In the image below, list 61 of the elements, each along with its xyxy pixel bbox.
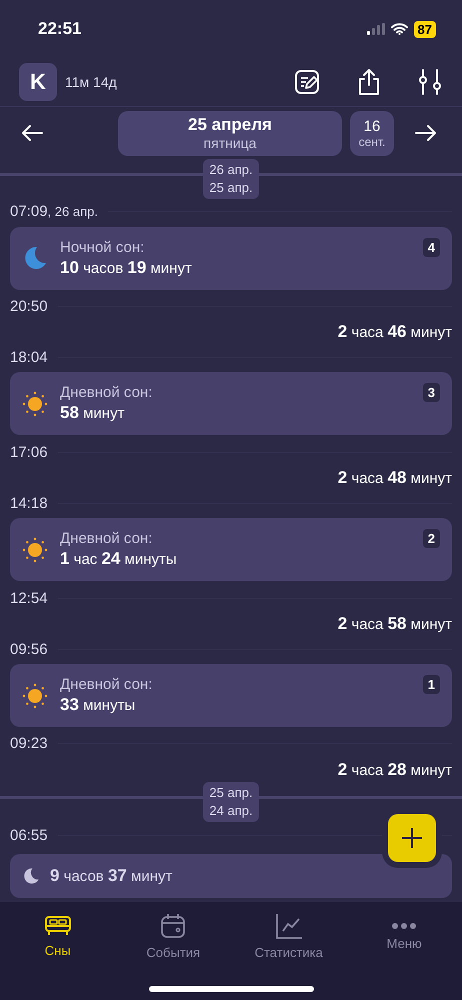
time-label: 18:04 (10, 349, 48, 366)
sun-icon (22, 536, 48, 563)
battery-level: 87 (414, 20, 436, 38)
time-label: 09:56 (10, 640, 48, 658)
sleep-number-badge: 1 (422, 675, 440, 694)
moon-icon (22, 245, 48, 272)
back-arrow-icon[interactable] (20, 124, 44, 142)
day-divider-label: 26 апр. 25 апр. (203, 159, 259, 199)
child-age: 11м 14д (65, 74, 117, 90)
sleep-number-badge: 3 (422, 383, 440, 402)
more-icon (391, 922, 418, 930)
time-label: 09:23 (10, 735, 48, 752)
time-label: 17:06 (10, 444, 48, 461)
sleep-duration: 33 минуты (60, 695, 136, 716)
tab[interactable]: Меню (346, 910, 462, 962)
sleep-number-badge: 2 (422, 529, 440, 548)
time-label: 06:55 (10, 826, 48, 844)
time-label: 12:54 (10, 590, 48, 607)
sleep-type-label: Дневной сон: (60, 530, 154, 548)
settings-icon[interactable] (418, 68, 442, 96)
sleep-card[interactable]: Ночной сон: 10 часов 19 минут 4 (10, 226, 452, 290)
forward-arrow-icon[interactable] (414, 124, 438, 142)
date-jump-button[interactable]: 16 сент. (350, 110, 394, 156)
time-label: 14:18 (10, 494, 48, 512)
sleep-type-label: Дневной сон: (60, 676, 154, 694)
moon-icon (22, 866, 40, 885)
date-button[interactable]: 25 апреля пятница (118, 110, 342, 156)
sun-icon (22, 682, 48, 709)
wifi-icon (390, 23, 408, 35)
sleep-card[interactable]: Дневной сон: 58 минут 3 (10, 372, 452, 436)
sun-icon (22, 390, 48, 417)
tab[interactable]: Сны (0, 910, 116, 962)
awake-duration: 2 часа 28 минут (338, 760, 452, 780)
avatar-button[interactable]: K (19, 63, 57, 101)
bed-icon (44, 914, 72, 936)
day-divider-label: 25 апр. 24 апр. (203, 782, 259, 822)
sleep-type-label: Ночной сон: (60, 238, 146, 256)
sleep-number-badge: 4 (422, 238, 440, 257)
awake-duration: 2 часа 48 минут (338, 468, 452, 488)
tab[interactable]: Статистика (231, 910, 346, 962)
sleep-card[interactable]: Дневной сон: 1 час 24 минуты 2 (10, 518, 452, 582)
sleep-duration: 1 час 24 минуты (60, 549, 178, 570)
status-time: 22:51 (38, 19, 82, 39)
sleep-duration: 58 минут (60, 403, 126, 424)
sleep-card[interactable]: Дневной сон: 33 минуты 1 (10, 664, 452, 728)
sleep-type-label: Дневной сон: (60, 384, 154, 402)
signal-icon (366, 23, 385, 35)
time-label: 20:50 (10, 298, 48, 315)
plus-icon (401, 827, 423, 849)
tab[interactable]: События (116, 910, 231, 962)
time-label: 07:09, 26 апр. (10, 203, 98, 220)
sleep-duration: 10 часов 19 минут (60, 258, 193, 278)
awake-duration: 2 часа 46 минут (338, 322, 452, 342)
add-button[interactable] (388, 814, 436, 862)
sleep-card[interactable]: 9 часов 37 минут (10, 854, 452, 898)
calendar-icon (160, 912, 186, 938)
share-icon[interactable] (356, 68, 382, 96)
edit-icon[interactable] (294, 69, 320, 95)
chart-icon (274, 912, 303, 938)
awake-duration: 2 часа 58 минут (338, 614, 452, 634)
sleep-duration: 9 часов 37 минут (50, 866, 172, 886)
